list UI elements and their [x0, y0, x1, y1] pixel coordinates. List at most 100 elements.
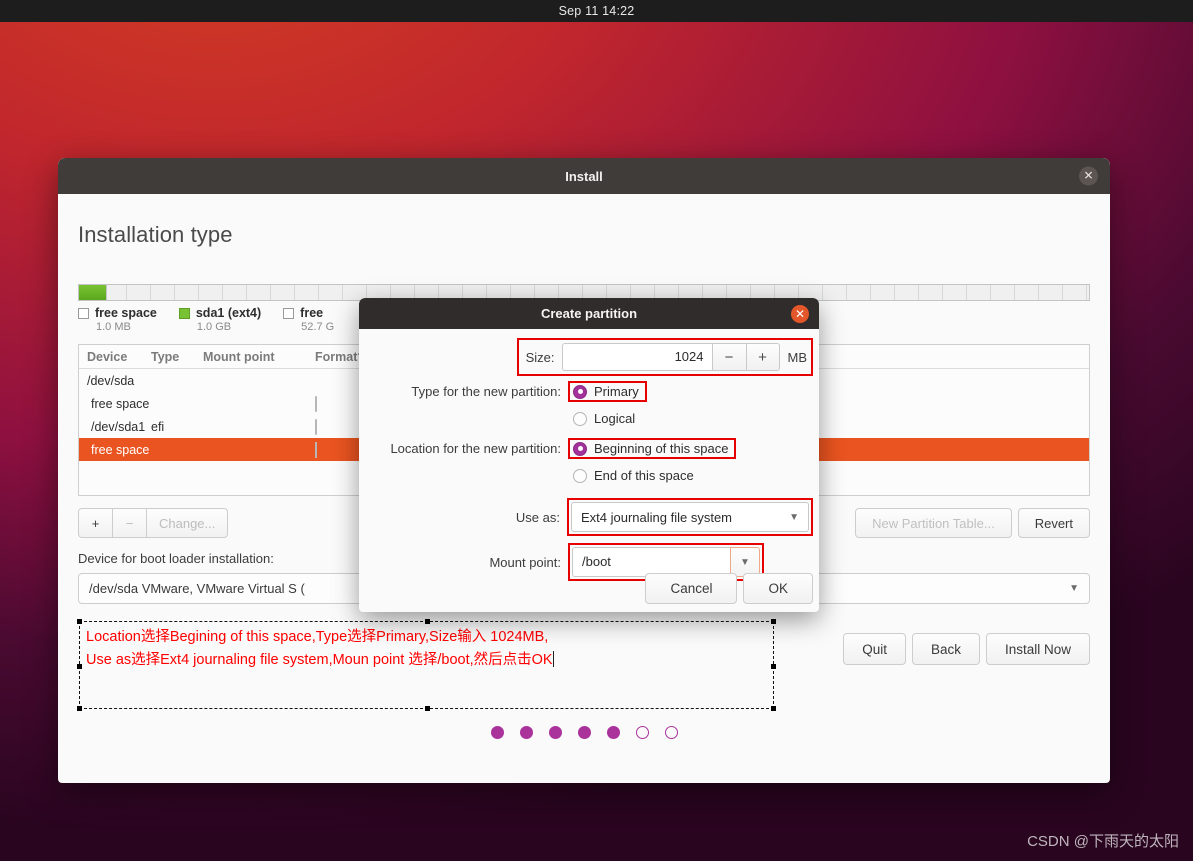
legend-label: free space	[95, 306, 157, 320]
size-row: Size: 1024 − + MB	[359, 338, 819, 376]
radio-off-icon	[573, 468, 587, 483]
use-as-value: Ext4 journaling file system	[581, 509, 733, 525]
new-partition-table-button[interactable]: New Partition Table...	[855, 508, 1012, 538]
radio-beginning-of-space[interactable]: Beginning of this space	[568, 438, 737, 459]
use-as-row: Use as: Ext4 journaling file system ▼	[359, 498, 819, 536]
type-primary-row: Type for the new partition: Primary	[359, 378, 819, 405]
cell-device: /dev/sda1	[91, 419, 146, 434]
back-button[interactable]: Back	[911, 633, 980, 665]
legend-size: 1.0 GB	[196, 321, 232, 333]
legend-size: 1.0 MB	[96, 321, 131, 333]
close-icon[interactable]: ✕	[1079, 166, 1098, 186]
navigation-buttons: Quit Back Install Now	[843, 633, 1090, 665]
radio-beginning-label: Beginning of this space	[594, 441, 729, 456]
window-titlebar: Install ✕	[58, 158, 1110, 194]
use-as-label: Use as:	[515, 509, 560, 525]
cell-device: free space	[91, 442, 150, 457]
resize-handle[interactable]	[771, 664, 776, 669]
page-dot	[548, 726, 562, 739]
desktop-top-panel: Sep 11 14:22	[0, 0, 1193, 22]
resize-handle[interactable]	[771, 706, 776, 711]
legend-size: 52.7 G	[301, 321, 335, 333]
chevron-down-icon: ▼	[1069, 583, 1079, 594]
page-title: Installation type	[78, 222, 233, 247]
cell-device: free space	[91, 396, 150, 411]
chevron-down-icon: ▼	[789, 511, 799, 523]
format-checkbox[interactable]	[315, 441, 317, 458]
window-title: Install	[565, 168, 603, 184]
legend-swatch-icon	[283, 307, 295, 319]
format-checkbox[interactable]	[315, 395, 317, 412]
quit-button[interactable]: Quit	[843, 633, 906, 665]
legend-label: free	[300, 306, 324, 320]
legend-item: sda1 (ext4) 1.0 GB	[178, 306, 262, 333]
legend-item: free 52.7 G	[283, 306, 334, 333]
resize-handle[interactable]	[425, 706, 430, 711]
remove-partition-button[interactable]: −	[112, 508, 146, 538]
size-unit-label: MB	[787, 349, 808, 365]
dialog-titlebar: Create partition ✕	[359, 298, 819, 329]
radio-on-icon	[573, 384, 587, 399]
size-field-group: Size: 1024 − + MB	[516, 338, 813, 376]
ok-button[interactable]: OK	[743, 573, 813, 604]
change-partition-button[interactable]: Change...	[146, 508, 229, 538]
cell-device: /dev/sda	[87, 373, 135, 388]
page-dot	[664, 726, 678, 739]
size-increment-button[interactable]: +	[745, 343, 780, 371]
annotation-line-1: Location选择Begining of this space,Type选择P…	[86, 629, 549, 645]
radio-primary[interactable]: Primary	[568, 381, 647, 402]
dialog-footer: Cancel OK	[645, 573, 813, 604]
add-partition-button[interactable]: +	[78, 508, 112, 538]
resize-handle[interactable]	[771, 619, 776, 624]
bootloader-value: /dev/sda VMware, VMware Virtual S (	[89, 581, 305, 596]
partition-table-actions: New Partition Table... Revert	[849, 508, 1090, 538]
install-now-button[interactable]: Install Now	[985, 633, 1090, 665]
column-header-device: Device	[87, 349, 128, 364]
radio-end-of-space[interactable]: End of this space	[570, 467, 700, 484]
radio-off-icon	[573, 411, 587, 426]
size-label: Size:	[525, 349, 555, 365]
cell-type: efi	[151, 419, 165, 434]
page-dot	[490, 726, 504, 739]
type-logical-row: Logical	[359, 405, 819, 432]
resize-handle[interactable]	[77, 664, 82, 669]
create-partition-dialog: Create partition ✕ Size: 1024 − + MB Typ…	[359, 298, 819, 612]
annotation-textbox[interactable]: Location选择Begining of this space,Type选择P…	[77, 619, 776, 711]
page-dot	[635, 726, 649, 739]
partition-legend: free space 1.0 MB sda1 (ext4) 1.0 GB fre…	[78, 306, 334, 333]
use-as-group: Ext4 journaling file system ▼	[567, 498, 813, 536]
type-label: Type for the new partition:	[411, 384, 561, 399]
legend-label: sda1 (ext4)	[195, 306, 262, 320]
location-label: Location for the new partition:	[390, 441, 561, 456]
radio-on-icon	[573, 441, 587, 456]
dialog-title: Create partition	[540, 306, 638, 321]
bootloader-label: Device for boot loader installation:	[78, 551, 274, 566]
use-as-select[interactable]: Ext4 journaling file system ▼	[571, 502, 809, 532]
chevron-down-icon: ▼	[740, 556, 750, 568]
partition-tools: + − Change...	[78, 508, 229, 538]
size-decrement-button[interactable]: −	[711, 343, 746, 371]
close-icon[interactable]: ✕	[791, 304, 809, 323]
page-dot	[577, 726, 591, 739]
resize-handle[interactable]	[425, 619, 430, 624]
location-end-row: End of this space	[359, 462, 819, 489]
text-caret	[552, 651, 554, 667]
radio-logical-label: Logical	[594, 411, 636, 426]
location-beginning-row: Location for the new partition: Beginnin…	[359, 435, 819, 462]
column-header-mount-point: Mount point	[203, 349, 275, 364]
annotation-line-2: Use as选择Ext4 journaling file system,Moun…	[86, 652, 553, 668]
radio-primary-label: Primary	[594, 384, 639, 399]
revert-button[interactable]: Revert	[1017, 508, 1090, 538]
resize-handle[interactable]	[77, 706, 82, 711]
cancel-button[interactable]: Cancel	[645, 573, 738, 604]
page-dot	[606, 726, 620, 739]
clock: Sep 11 14:22	[558, 4, 635, 18]
mount-point-label: Mount point:	[489, 554, 561, 570]
size-input[interactable]: 1024	[561, 343, 712, 371]
radio-logical[interactable]: Logical	[570, 410, 641, 427]
column-header-type: Type	[151, 349, 180, 364]
resize-handle[interactable]	[77, 619, 82, 624]
page-indicator-dots	[58, 726, 1110, 739]
page-dot	[519, 726, 533, 739]
format-checkbox[interactable]	[315, 418, 317, 435]
